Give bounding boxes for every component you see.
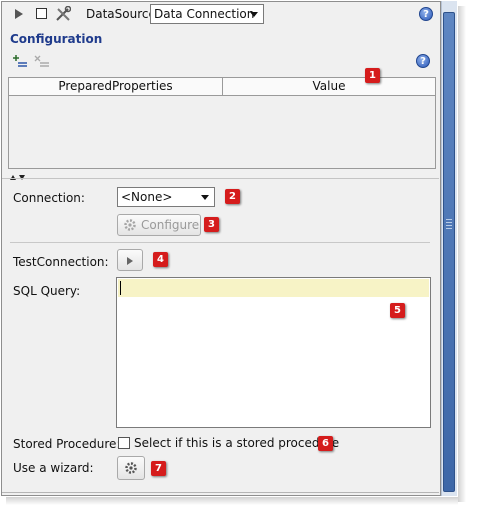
datasource-select[interactable]: Data Connection [150, 4, 264, 24]
column-header-value[interactable]: Value [223, 78, 435, 95]
text-caret [120, 281, 121, 295]
callout-badge-7: 7 [151, 461, 166, 476]
sql-current-line [118, 279, 429, 297]
stored-procedure-label: Stored Procedure: [13, 437, 121, 451]
configuration-help-icon[interactable]: ? [416, 54, 430, 68]
play-icon [126, 255, 134, 269]
test-connection-button[interactable] [117, 249, 143, 271]
connection-select-value: <None> [121, 190, 173, 204]
window-shadow-right [458, 6, 466, 502]
stored-procedure-checkbox[interactable] [118, 437, 130, 449]
chevron-down-icon [201, 195, 209, 200]
callout-badge-3: 3 [204, 217, 219, 232]
collapse-expand-icon[interactable] [9, 170, 27, 184]
test-connection-label: TestConnection: [13, 255, 109, 269]
use-wizard-label: Use a wizard: [13, 461, 94, 475]
property-grid-body[interactable] [8, 96, 436, 168]
bottom-divider [2, 492, 439, 493]
scrollbar-grip-line [446, 219, 452, 220]
callout-badge-1: 1 [365, 68, 380, 83]
scrollbar-grip-line [446, 222, 452, 223]
sql-query-editor[interactable] [116, 277, 431, 428]
scrollbar-grip-line [446, 225, 452, 226]
datasource-select-value: Data Connection [154, 7, 255, 21]
section-divider [2, 178, 439, 179]
configuration-title: Configuration [10, 32, 103, 46]
callout-badge-4: 4 [153, 252, 168, 267]
add-property-icon[interactable] [12, 54, 28, 71]
stop-icon[interactable] [36, 8, 47, 19]
wizard-button[interactable] [117, 456, 145, 480]
stored-procedure-checkbox-label[interactable]: Select if this is a stored procedure [134, 436, 339, 450]
datasource-label: DataSource: [86, 7, 160, 21]
callout-badge-2: 2 [225, 189, 240, 204]
scrollbar-thumb[interactable] [443, 12, 455, 492]
tools-icon[interactable] [55, 5, 72, 25]
window-shadow-bottom [6, 497, 458, 505]
grid-bottom-border [8, 168, 436, 169]
separator-line [10, 242, 430, 243]
callout-badge-6: 6 [318, 436, 333, 451]
connection-select[interactable]: <None> [117, 187, 215, 207]
scrollbar-grip-line [446, 228, 452, 229]
sql-query-label: SQL Query: [13, 284, 81, 298]
connection-label: Connection: [13, 191, 85, 205]
chevron-down-icon [250, 12, 258, 17]
remove-property-icon[interactable] [34, 54, 50, 71]
help-icon[interactable]: ? [419, 7, 433, 21]
gear-icon [123, 218, 137, 235]
callout-badge-5: 5 [390, 303, 405, 318]
run-icon[interactable] [14, 8, 24, 23]
column-header-prepared-properties[interactable]: PreparedProperties [9, 78, 223, 95]
configure-button[interactable]: Configure [117, 214, 201, 236]
gear-icon [124, 461, 138, 478]
configure-button-label: Configure [141, 218, 200, 232]
